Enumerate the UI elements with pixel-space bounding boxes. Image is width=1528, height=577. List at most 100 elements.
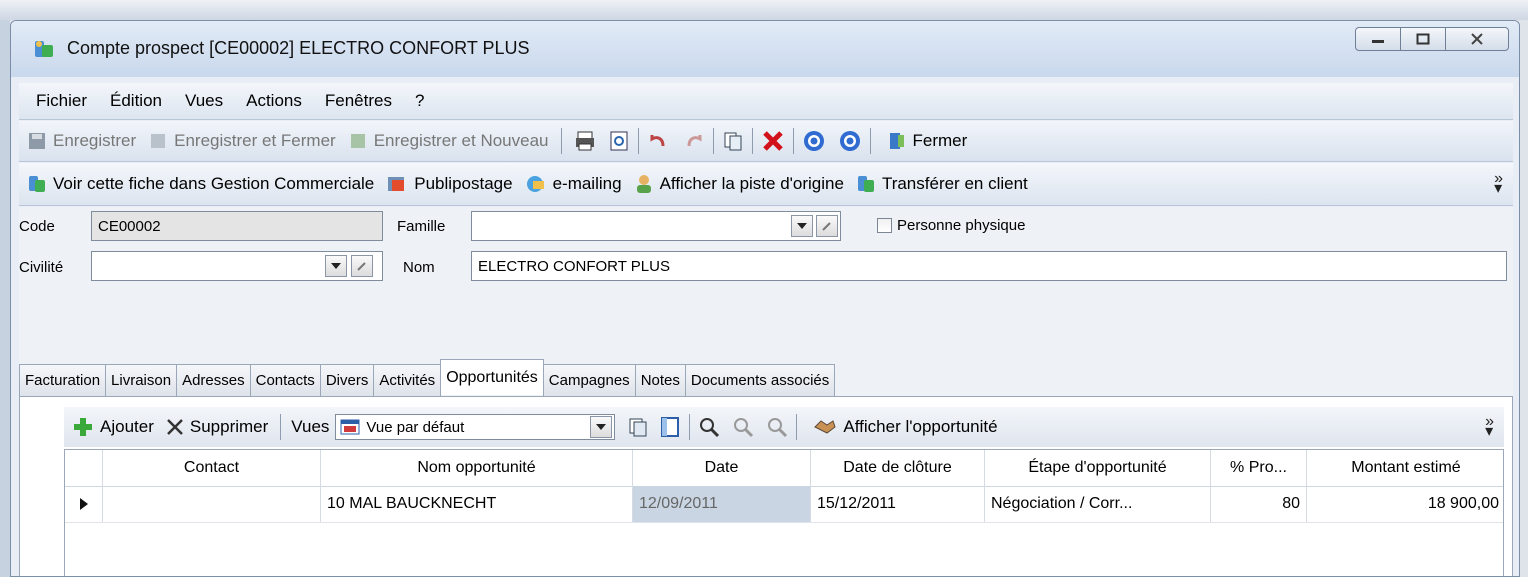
- search-icon[interactable]: [698, 416, 720, 438]
- prospect-window: Compte prospect [CE00002] ELECTRO CONFOR…: [10, 20, 1520, 577]
- nom-field[interactable]: ELECTRO CONFORT PLUS: [471, 251, 1507, 281]
- background-edge: [0, 20, 10, 577]
- personne-physique-checkbox[interactable]: [877, 218, 892, 233]
- menu-fichier[interactable]: Fichier: [36, 91, 87, 111]
- copy-view-icon[interactable]: [627, 416, 649, 438]
- chevron-down-icon: [797, 223, 807, 229]
- separator: [712, 128, 714, 154]
- personne-physique-label: Personne physique: [897, 217, 1026, 234]
- close-icon: [1471, 33, 1483, 45]
- tab-notes[interactable]: Notes: [634, 364, 686, 396]
- grid-header: Contact Nom opportunité Date Date de clô…: [65, 450, 1503, 487]
- title-bar[interactable]: Compte prospect [CE00002] ELECTRO CONFOR…: [11, 21, 1519, 77]
- view-dropdown-button[interactable]: [590, 416, 613, 438]
- add-button[interactable]: Ajouter: [72, 416, 154, 438]
- opportunities-grid: Contact Nom opportunité Date Date de clô…: [64, 449, 1504, 576]
- chevron-down-icon: [596, 424, 607, 430]
- next-record-icon[interactable]: [838, 129, 862, 153]
- cell-contact[interactable]: [103, 486, 321, 522]
- minimize-button[interactable]: [1355, 27, 1401, 51]
- pencil-icon: [822, 222, 831, 231]
- main-toolbar: Enregistrer Enregistrer et Fermer Enregi…: [19, 121, 1513, 162]
- emailing-button[interactable]: e-mailing: [525, 174, 622, 194]
- column-header-nom-opportunite[interactable]: Nom opportunité: [321, 450, 633, 486]
- view-in-gestion-commerciale-button[interactable]: Voir cette fiche dans Gestion Commercial…: [27, 174, 374, 194]
- clear-search-icon[interactable]: [766, 416, 788, 438]
- code-field[interactable]: CE00002: [91, 211, 383, 241]
- menu-actions[interactable]: Actions: [246, 91, 302, 111]
- table-row[interactable]: 10 MAL BAUCKNECHT 12/09/2011 15/12/2011 …: [65, 486, 1503, 523]
- close-window-button[interactable]: [1445, 27, 1509, 51]
- column-header-contact[interactable]: Contact: [103, 450, 321, 486]
- tab-documents-associes[interactable]: Documents associés: [684, 364, 836, 396]
- row-indicator: [65, 486, 103, 522]
- famille-dropdown-button[interactable]: [791, 215, 813, 237]
- tab-adresses[interactable]: Adresses: [176, 364, 251, 396]
- cell-nom-opportunite[interactable]: 10 MAL BAUCKNECHT: [321, 486, 633, 522]
- handshake-icon: [814, 420, 837, 434]
- window-title: Compte prospect [CE00002] ELECTRO CONFOR…: [67, 38, 530, 58]
- duplicate-icon[interactable]: [722, 130, 744, 152]
- maximize-button[interactable]: [1400, 27, 1446, 51]
- save-close-button[interactable]: Enregistrer et Fermer: [148, 131, 336, 151]
- tab-livraison[interactable]: Livraison: [105, 364, 178, 396]
- save-new-button[interactable]: Enregistrer et Nouveau: [348, 131, 549, 151]
- column-header-probabilite[interactable]: % Pro...: [1211, 450, 1307, 486]
- separator: [869, 128, 871, 154]
- filter-search-icon[interactable]: [732, 416, 754, 438]
- civilite-dropdown-button[interactable]: [325, 255, 347, 277]
- redo-icon[interactable]: [683, 130, 705, 152]
- columns-icon[interactable]: [659, 416, 681, 438]
- famille-field[interactable]: [471, 211, 841, 241]
- close-button[interactable]: Fermer: [887, 131, 967, 151]
- save-button[interactable]: Enregistrer: [27, 131, 136, 151]
- maximize-icon: [1416, 33, 1430, 45]
- tab-opportunites[interactable]: Opportunités: [440, 359, 544, 395]
- undo-icon[interactable]: [647, 130, 669, 152]
- column-header-montant[interactable]: Montant estimé: [1307, 450, 1505, 486]
- cell-date-cloture[interactable]: 15/12/2011: [811, 486, 985, 522]
- cell-date[interactable]: 12/09/2011: [633, 486, 811, 522]
- toolbar-overflow-icon[interactable]: » ▾: [1494, 171, 1503, 197]
- show-origin-lead-button[interactable]: Afficher la piste d'origine: [634, 174, 844, 194]
- menu-edition[interactable]: Édition: [110, 91, 162, 111]
- print-preview-icon[interactable]: [608, 130, 630, 152]
- menu-vues[interactable]: Vues: [185, 91, 223, 111]
- separator: [637, 128, 639, 154]
- previous-record-icon[interactable]: [802, 129, 826, 153]
- grid-toolbar-overflow-icon[interactable]: » ▾: [1485, 414, 1494, 440]
- column-header-date-cloture[interactable]: Date de clôture: [811, 450, 985, 486]
- tab-divers[interactable]: Divers: [319, 364, 375, 396]
- cell-etape[interactable]: Négociation / Corr...: [985, 486, 1211, 522]
- floppy-icon: [29, 133, 45, 149]
- tab-facturation[interactable]: Facturation: [19, 364, 107, 396]
- tab-campagnes[interactable]: Campagnes: [542, 364, 636, 396]
- civilite-edit-button[interactable]: [351, 255, 373, 277]
- famille-edit-button[interactable]: [816, 215, 838, 237]
- column-header-etape[interactable]: Étape d'opportunité: [985, 450, 1211, 486]
- publipostage-button[interactable]: Publipostage: [386, 174, 513, 194]
- show-opportunity-button[interactable]: Afficher l'opportunité: [813, 417, 998, 437]
- actions-toolbar: Voir cette fiche dans Gestion Commercial…: [19, 163, 1513, 206]
- prospect-form: Code CE00002 Famille Personne physique C…: [19, 207, 1513, 576]
- pencil-icon: [357, 262, 366, 271]
- transfer-client-icon: [857, 176, 874, 192]
- cell-probabilite[interactable]: 80: [1211, 486, 1307, 522]
- transfer-to-client-button[interactable]: Transférer en client: [856, 174, 1028, 194]
- code-label: Code: [19, 218, 55, 235]
- view-selector[interactable]: Vue par défaut: [335, 414, 616, 440]
- civilite-label: Civilité: [19, 259, 64, 276]
- column-header-date[interactable]: Date: [633, 450, 811, 486]
- delete-row-button[interactable]: Supprimer: [166, 417, 268, 437]
- save-new-icon: [350, 134, 365, 148]
- menu-help[interactable]: ?: [415, 91, 424, 111]
- tab-activites[interactable]: Activités: [373, 364, 442, 396]
- tab-contacts[interactable]: Contacts: [249, 364, 321, 396]
- menu-fenetres[interactable]: Fenêtres: [325, 91, 392, 111]
- cell-montant[interactable]: 18 900,00: [1307, 486, 1505, 522]
- emailing-icon: [526, 176, 544, 192]
- separator: [689, 414, 691, 440]
- separator: [560, 128, 562, 154]
- print-icon[interactable]: [574, 130, 596, 152]
- delete-icon[interactable]: [761, 129, 785, 153]
